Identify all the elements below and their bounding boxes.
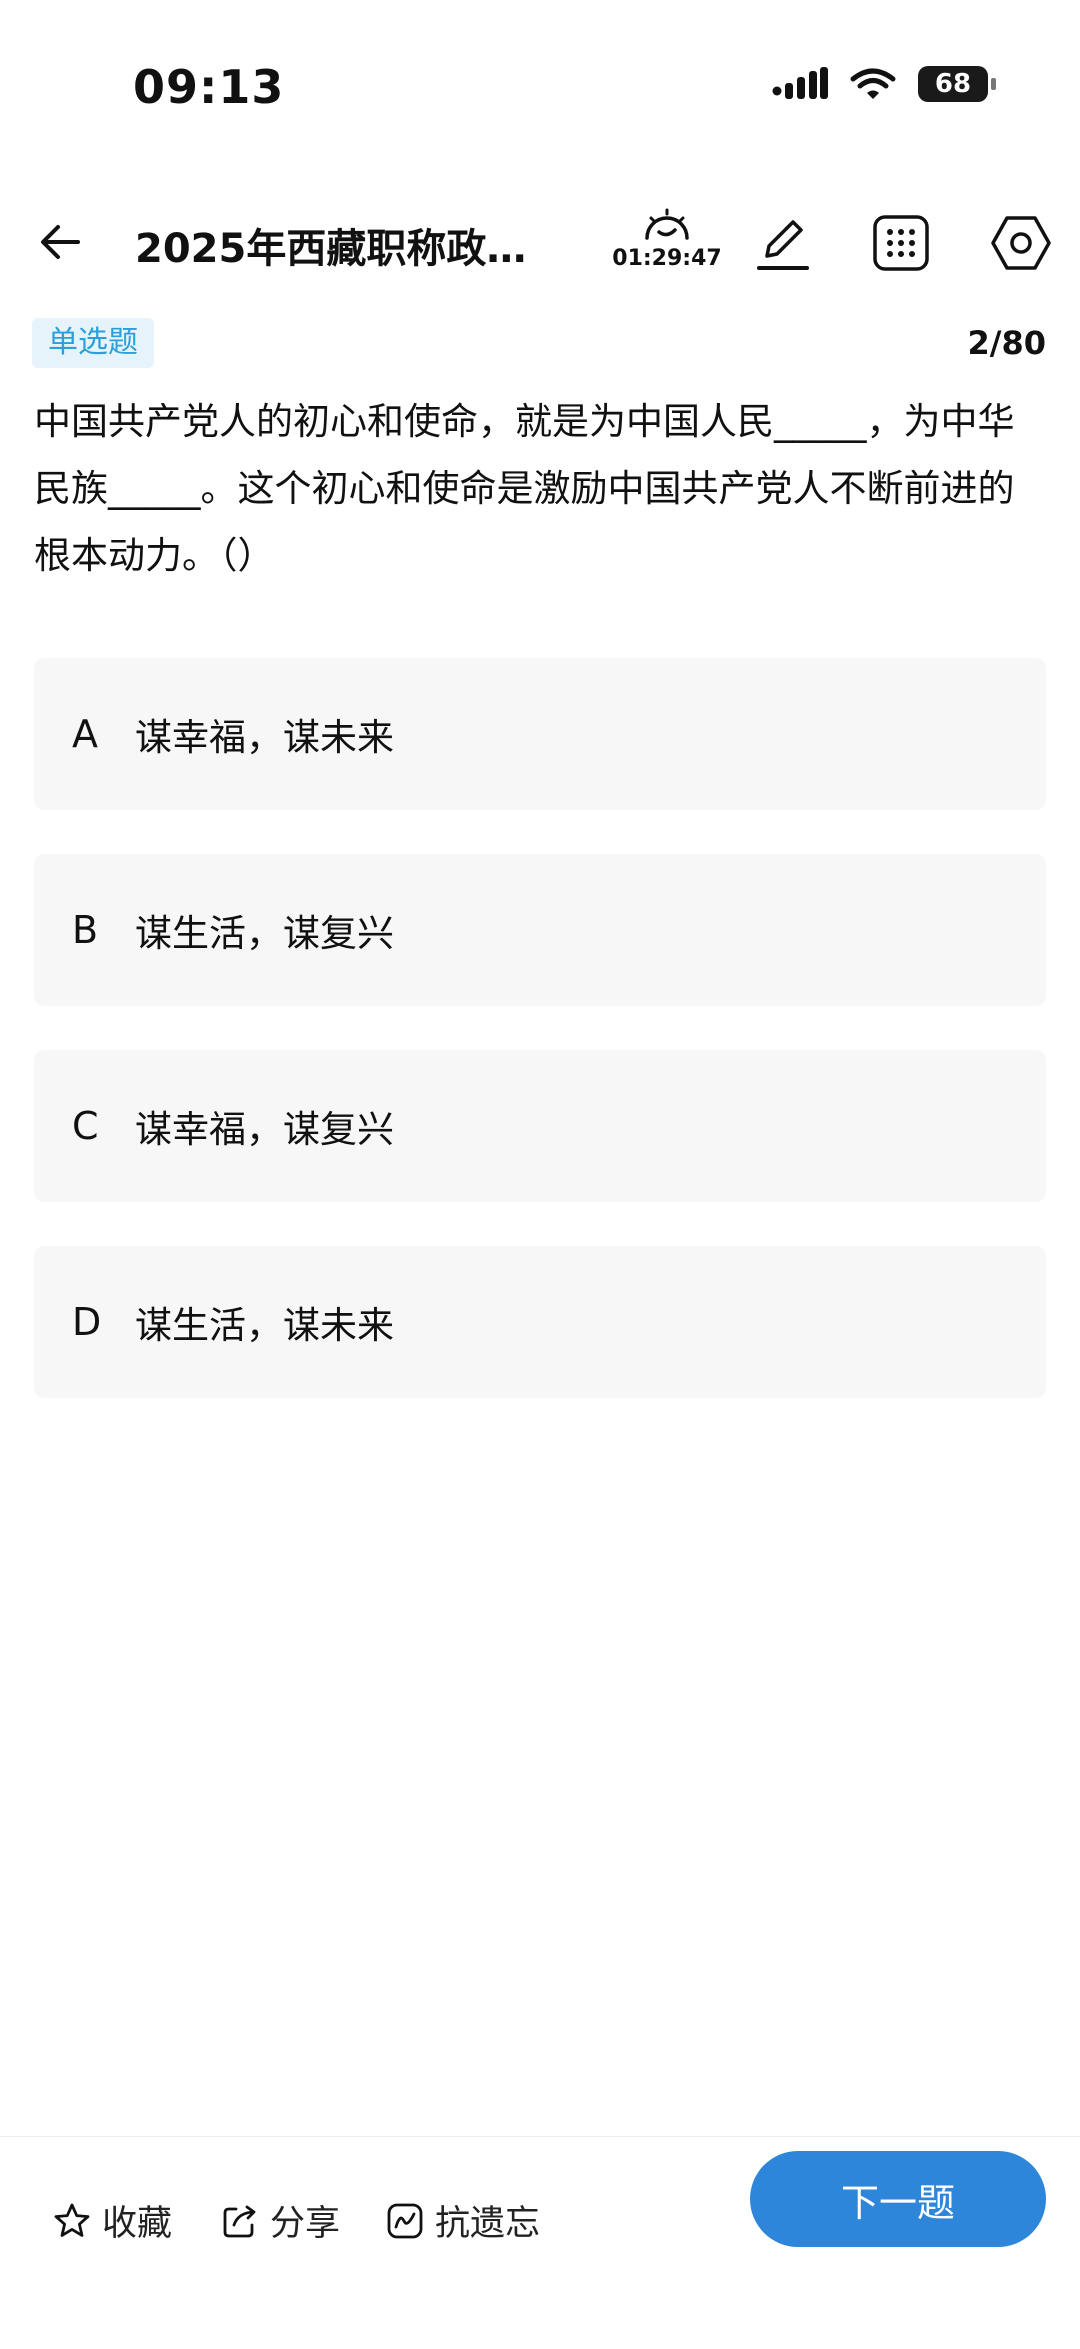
option-b[interactable]: B 谋生活，谋复兴 xyxy=(34,854,1046,1006)
edit-button[interactable] xyxy=(748,208,818,278)
status-icons: 68 xyxy=(772,66,996,102)
share-button[interactable]: 分享 xyxy=(220,2195,340,2246)
answer-sheet-button[interactable] xyxy=(866,208,936,278)
app-bar: 2025年西藏职称政… 01:29:47 xyxy=(0,190,1080,300)
option-a[interactable]: A 谋幸福，谋未来 xyxy=(34,658,1046,810)
share-icon xyxy=(223,2205,256,2237)
option-key: D xyxy=(72,1300,102,1344)
timer-text: 01:29:47 xyxy=(612,246,722,271)
signal-icon xyxy=(772,67,828,99)
favorite-label: 收藏 xyxy=(102,2204,173,2244)
wifi-icon xyxy=(850,68,896,99)
share-label: 分享 xyxy=(270,2204,341,2244)
status-time: 09:13 xyxy=(133,60,285,114)
star-icon xyxy=(54,2203,90,2237)
battery-icon: 68 xyxy=(918,66,996,102)
pen-icon xyxy=(757,220,809,270)
option-d[interactable]: D 谋生活，谋未来 xyxy=(34,1246,1046,1398)
option-text: 谋生活，谋未来 xyxy=(135,1304,394,1347)
question-text: 中国共产党人的初心和使命，就是为中国人民_____，为中华民族_____。这个初… xyxy=(34,400,1015,577)
option-text: 谋生活，谋复兴 xyxy=(135,912,394,955)
options-list: A 谋幸福，谋未来 B 谋生活，谋复兴 C 谋幸福，谋复兴 D 谋生活，谋未来 xyxy=(34,658,1046,1442)
option-c[interactable]: C 谋幸福，谋复兴 xyxy=(34,1050,1046,1202)
chart-trend-icon xyxy=(387,2203,423,2238)
back-button[interactable] xyxy=(30,212,90,272)
settings-button[interactable] xyxy=(986,208,1056,278)
question-progress: 2/80 xyxy=(967,324,1046,362)
next-question-button[interactable]: 下一题 xyxy=(750,2151,1046,2247)
grid-icon xyxy=(873,215,929,271)
anti-forget-label: 抗遗忘 xyxy=(435,2204,541,2244)
option-text: 谋幸福，谋未来 xyxy=(135,716,394,759)
option-key: C xyxy=(72,1104,99,1148)
status-bar: 09:13 68 xyxy=(0,0,1080,170)
option-key: A xyxy=(72,712,98,756)
settings-icon xyxy=(991,216,1051,270)
arrow-left-icon xyxy=(41,225,80,259)
bottom-bar: 收藏 分享 抗遗忘 下一题 xyxy=(0,2136,1080,2349)
exam-timer[interactable]: 01:29:47 xyxy=(612,204,722,271)
stopwatch-icon xyxy=(645,208,689,240)
option-key: B xyxy=(72,908,99,952)
question-type-tag: 单选题 xyxy=(32,318,154,368)
page-title: 2025年西藏职称政… xyxy=(135,226,527,272)
option-text: 谋幸福，谋复兴 xyxy=(135,1108,394,1151)
favorite-button[interactable]: 收藏 xyxy=(52,2195,172,2246)
anti-forget-button[interactable]: 抗遗忘 xyxy=(385,2195,540,2246)
